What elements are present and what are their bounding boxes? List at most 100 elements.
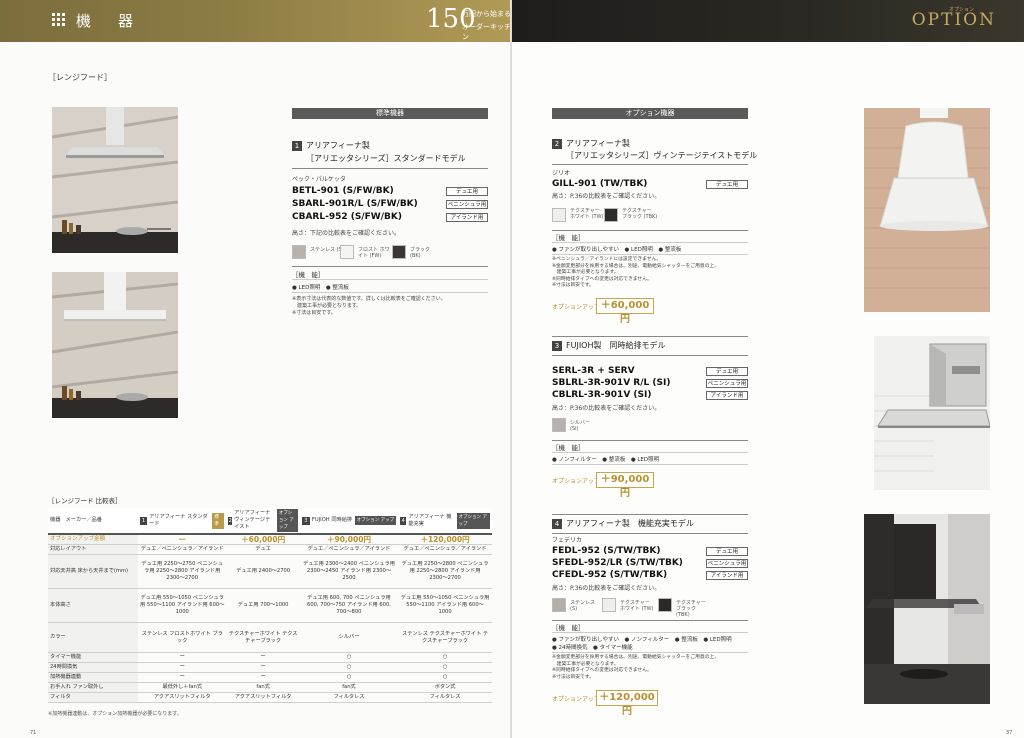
table-row: タイマー機能ーー ○ ○ <box>48 652 492 663</box>
swatch-texture-white <box>602 598 616 612</box>
divider <box>292 292 488 293</box>
grid-icon <box>52 13 65 26</box>
left-header: 機 器 150 万円から始まる オーダーキッチン <box>0 0 512 42</box>
feature-list: ● ファンが取り出しやすい ● ノンフィルター ● 整流板 ● LED照明 <box>552 637 732 643</box>
model-3-heading: 3 FUJIOH製 同時給排モデル <box>552 340 666 352</box>
divider <box>552 533 748 534</box>
option-equipment-bar: オプション機器 <box>552 108 748 119</box>
model-2-height-note: 高さ：P.36の比較表をご確認ください。 <box>552 193 661 200</box>
divider <box>552 514 748 515</box>
model-1-tag-2: ペニンシュラ用 <box>446 200 488 209</box>
section-label: ［レンジフード］ <box>48 73 112 82</box>
note: ※寸法は目安です。 <box>552 674 594 680</box>
column-header-3: 3 FUJIOH 同時給排 オプション アップ <box>299 508 399 535</box>
table-footnote: ※加熱機器連動は、オプション加熱機器が必要になります。 <box>48 711 182 717</box>
feature-heading: ［機 能］ <box>552 624 585 632</box>
range-hood-photo-2 <box>52 272 178 418</box>
model-2-code-1: GILL-901 (TW/TBK) <box>552 179 648 189</box>
feature-list: ● LED照明 ● 整流板 <box>292 285 349 291</box>
model-1-code-1: BETL-901 (S/FW/BK) <box>292 186 394 196</box>
table-row: カラー ステンレス フロストホワイト ブラック テクスチャーホワイト テクスチャーブ… <box>48 622 492 653</box>
table-row: フィルタ アクアスリットフィルタ アクアスリットフィルタ フィルタレス フィルタレス <box>48 692 492 703</box>
swatch-stainless <box>292 245 306 259</box>
right-header: オプション OPTION <box>512 0 1024 42</box>
feature-heading: ［機 能］ <box>292 271 325 279</box>
divider <box>292 168 488 169</box>
model-4-code-2: SFEDL-952/LR (S/TW/TBK) <box>552 558 683 568</box>
table-header-label: 機器 メーカー／品番 <box>48 508 138 535</box>
swatch-texture-black <box>604 208 618 222</box>
model-4-code-1: FEDL-952 (S/TW/TBK) <box>552 546 661 556</box>
note-1: ※表示寸法は代表的な数値です。詳しくは比較表をご確認ください。 <box>292 296 446 302</box>
swatch-silver <box>552 418 566 432</box>
feature-heading: ［機 能］ <box>552 444 585 452</box>
swatch-label: テクスチャー ブラック (TBK) <box>676 600 706 618</box>
column-header-2: 2 アリアフィーナ ヴィンテージテイスト オプション アップ <box>226 508 300 535</box>
option-up-price: ＋90,000円 <box>596 472 654 499</box>
model-4-finish: フェデリカ <box>552 537 583 544</box>
standard-equipment-bar: 標準機器 <box>292 108 488 119</box>
table-row: 加熱機器連動ーー ○ ○ <box>48 672 492 683</box>
model-4-tag-2: ペニンシュラ用 <box>706 559 748 568</box>
table-row: お手入れ ファン取外し 最低外し＋fan式 fan式 fan式 ボタン式 <box>48 682 492 693</box>
fujioh-hood-photo <box>874 336 990 490</box>
column-header-1: 1 アリアフィーナ スタンダード 標準 <box>138 508 227 535</box>
note-2: 建築工事が必要となります。 <box>292 303 362 309</box>
model-3-code-2: SBLRL-3R-901V R/L (SI) <box>552 378 671 388</box>
swatch-label: シルバー (SI) <box>570 420 591 432</box>
comparison-table: 機器 メーカー／品番 1 アリアフィーナ スタンダード 標準 2 アリアフィーナ ヴィ… <box>48 508 492 703</box>
price-headline-sub2: オーダーキッチン <box>462 23 511 41</box>
model-3-tag-1: デュエ用 <box>706 367 748 376</box>
column-header-4: 4 アリアフィーナ 機能充実 オプション アップ <box>398 508 492 535</box>
right-page: オプション OPTION オプション機器 2 アリアフィーナ製 ［アリエッタシリー… <box>512 0 1024 738</box>
model-1-finish: ペック・パルケッタ <box>292 176 346 183</box>
divider <box>552 620 748 621</box>
model-2-heading: 2 アリアフィーナ製 <box>552 138 630 150</box>
feature-heading: ［機 能］ <box>552 234 585 242</box>
divider <box>552 254 748 255</box>
table-row: 24時間換気ーー ○ ○ <box>48 662 492 673</box>
model-2-tag-1: デュエ用 <box>706 180 748 189</box>
option-up-label: オプションアップ <box>552 478 601 485</box>
swatch-label: テクスチャー ホワイト (TW) <box>620 600 654 612</box>
swatch-label: テクスチャー ブラック (TBK) <box>622 208 658 220</box>
model-3-tag-3: アイランド用 <box>706 391 748 400</box>
model-4-heading: 4 アリアフィーナ製 機能充実モデル <box>552 518 694 530</box>
swatch-label: ブラック (BK) <box>410 247 431 259</box>
table-row: 対応レイアウト デュエ／ペニンシュラ／アイランド デュエ デュエ／ペニンシュラ／アイラ… <box>48 544 492 555</box>
model-1-height-note: 高さ：下記の比較表をご確認ください。 <box>292 230 401 237</box>
model-2-series: ［アリエッタシリーズ］ヴィンテージテイストモデル <box>566 151 758 160</box>
divider <box>552 355 748 356</box>
model-3-height-note: 高さ：P.36の比較表をご確認ください。 <box>552 405 661 412</box>
section-title: 機 器 <box>76 12 140 30</box>
feature-list: ● ノンフィルター ● 整流板 ● LED照明 <box>552 457 660 463</box>
swatch-label: フロスト ホワイト (FW) <box>358 247 390 259</box>
swatch-label: ステンレス (S) <box>570 600 596 612</box>
divider <box>292 279 488 280</box>
note: ※寸法は目安です。 <box>552 283 594 288</box>
model-4-height-note: 高さ：P.36の比較表をご確認ください。 <box>552 585 661 592</box>
divider <box>552 452 748 453</box>
model-4-tag-1: デュエ用 <box>706 547 748 556</box>
model-1-heading: 1 アリアフィーナ製 <box>292 140 370 152</box>
table-row: 本体高さ デュエ用 550〜1050 ペニンシュラ用 550〜1100 アイランド… <box>48 588 492 623</box>
swatch-texture-white <box>552 208 566 222</box>
option-title: OPTION <box>911 10 996 30</box>
model-2-finish: ジリオ <box>552 170 571 177</box>
feature-list: ● ファンが取り出しやすい ● LED照明 ● 整流板 <box>552 247 682 253</box>
model-4-tag-3: アイランド用 <box>706 571 748 580</box>
swatch-label: テクスチャー ホワイト (TW) <box>570 208 604 220</box>
divider <box>552 440 748 441</box>
option-up-label: オプションアップ <box>552 696 601 703</box>
price-headline-sub: 万円から始まる <box>462 10 511 18</box>
table-row: 対応天井高 床から天井まで(mm) デュエ用 2250〜2750 ペニンシュラ用 … <box>48 554 492 589</box>
divider <box>292 266 488 267</box>
vintage-hood-photo <box>864 108 990 312</box>
swatch-stainless <box>552 598 566 612</box>
left-page: 機 器 150 万円から始まる オーダーキッチン ［レンジフード］ 標準機器 1… <box>0 0 512 738</box>
divider <box>552 464 748 465</box>
option-up-label: オプションアップ <box>552 304 601 311</box>
model-3-tag-2: ペニンシュラ用 <box>706 379 748 388</box>
divider <box>552 632 748 633</box>
page-number: 71 <box>30 730 37 736</box>
